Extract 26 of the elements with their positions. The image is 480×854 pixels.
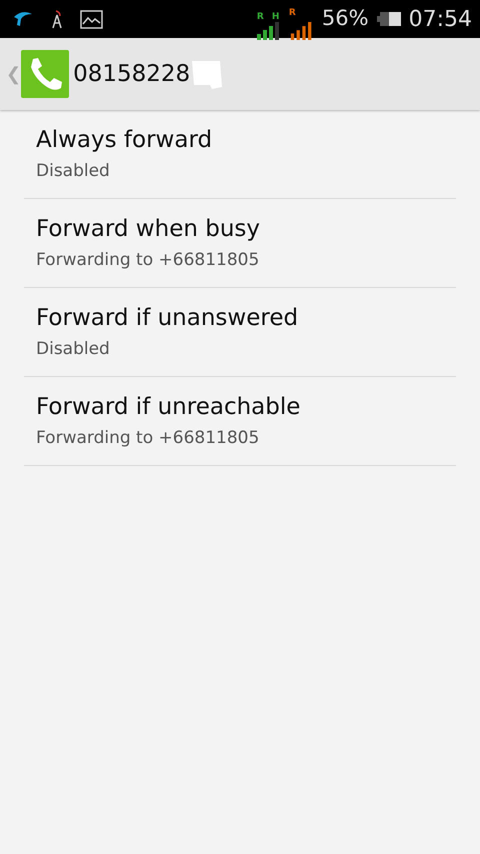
clock: 07:54 (408, 6, 472, 34)
signal-icon (256, 22, 281, 40)
network-label: R (288, 8, 296, 18)
item-summary: Disabled (36, 338, 111, 361)
preference-item[interactable]: Forward if unanswered Disabled (24, 288, 456, 378)
preference-item[interactable]: Forward when busy Forwarding to +66811805 (24, 199, 456, 288)
network-label: R (256, 13, 264, 22)
preference-item[interactable]: Always forward Disabled (24, 110, 456, 200)
phone-number: 08158228 (73, 60, 190, 89)
item-summary: Forwarding to +66811805 (36, 248, 260, 272)
item-title: Forward when busy (36, 216, 262, 244)
carrier-icon (12, 11, 34, 27)
item-title: Forward if unreachable (36, 394, 302, 422)
battery-percent: 56% (322, 5, 369, 32)
image-icon (80, 10, 103, 28)
item-title: Always forward (36, 127, 214, 155)
network-label: H (272, 13, 280, 22)
phone-icon (21, 50, 70, 98)
item-summary: Forwarding to +66811805 (36, 426, 260, 450)
redaction-mark (190, 59, 224, 89)
antenna-icon (50, 9, 64, 29)
item-title: Forward if unanswered (36, 305, 300, 333)
battery-icon (376, 12, 401, 26)
signal-icon (288, 22, 314, 40)
item-summary: Disabled (36, 160, 111, 183)
preference-item[interactable]: Forward if unreachable Forwarding to +66811805 (24, 377, 456, 466)
